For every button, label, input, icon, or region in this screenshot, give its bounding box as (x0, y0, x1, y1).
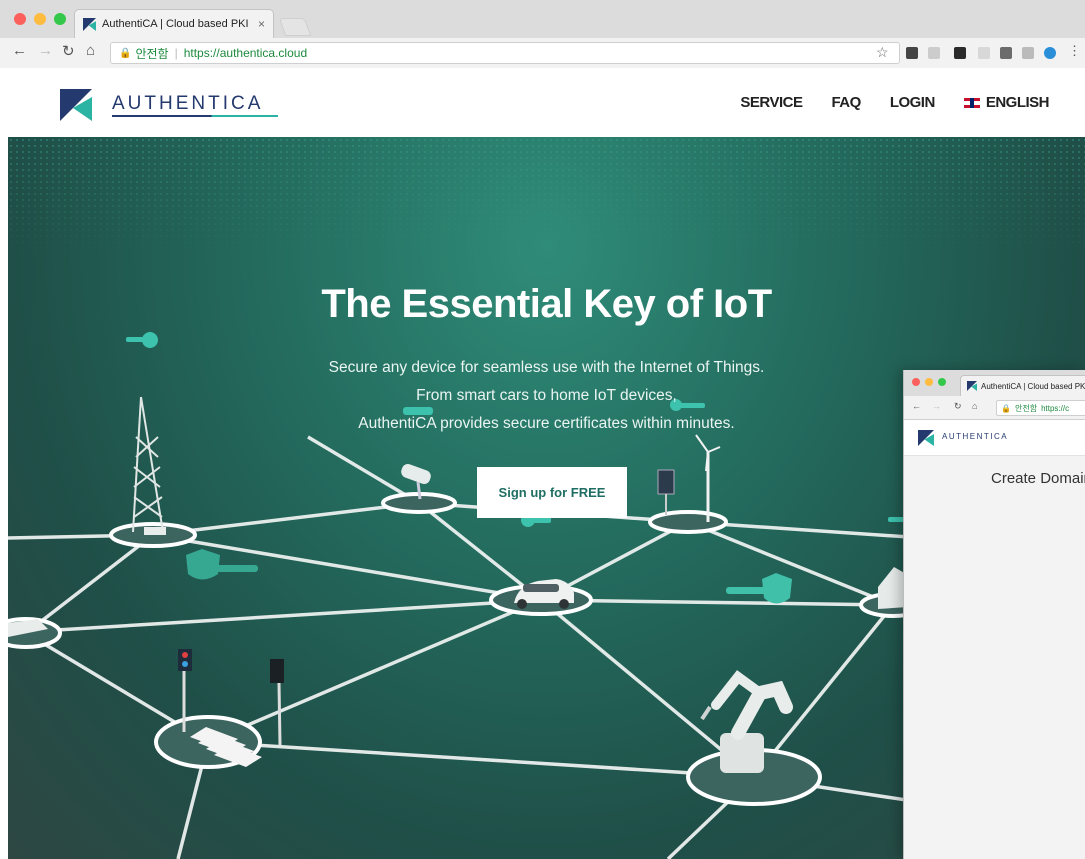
overlay-logo-icon[interactable] (918, 430, 934, 446)
address-bar[interactable]: 🔒 안전함 | https://authentica.cloud (110, 42, 900, 64)
secure-label: 안전함 (135, 46, 169, 61)
overlay-browser-tab[interactable]: AuthentiCA | Cloud based PKI (960, 375, 1085, 396)
overlay-address-bar[interactable]: 🔒 안전함 https://c (996, 400, 1085, 416)
extension-gray-icon[interactable] (928, 47, 940, 59)
extension-square-icon[interactable] (1000, 47, 1012, 59)
overlay-page-body: Create Domain (904, 456, 1085, 859)
extension-evernote-icon[interactable] (906, 47, 918, 59)
nav-service[interactable]: SERVICE (740, 94, 803, 111)
reload-icon[interactable]: ↻ (62, 42, 75, 60)
forward-arrow-icon[interactable]: → (38, 42, 53, 59)
authentica-logo-icon[interactable] (60, 89, 92, 121)
hero-title: The Essential Key of IoT (321, 282, 772, 326)
signup-free-button[interactable]: Sign up for FREE (477, 467, 627, 518)
nav-faq[interactable]: FAQ (831, 94, 861, 111)
extension-dark-icon[interactable] (954, 47, 966, 59)
overlay-maximize-button[interactable] (938, 378, 946, 386)
favicon-icon (83, 17, 96, 31)
overlay-tab-bar: AuthentiCA | Cloud based PKI (904, 370, 1085, 396)
main-nav: SERVICE FAQ LOGIN ENGLISH (740, 94, 1049, 111)
logo-text[interactable]: AUTHENTICA (112, 93, 263, 115)
overlay-site-header: AUTHENTICA (904, 420, 1085, 456)
nav-login[interactable]: LOGIN (890, 94, 936, 111)
maximize-window-button[interactable] (54, 13, 66, 25)
overlay-lock-icon: 🔒 (1001, 403, 1011, 413)
data-grid-pattern (8, 137, 1085, 257)
extension-box-icon[interactable] (1022, 47, 1034, 59)
overlay-navigation-bar: ← → ↻ ⌂ 🔒 안전함 https://c (904, 396, 1085, 420)
tower-base (144, 527, 166, 535)
new-tab-button[interactable] (278, 18, 312, 36)
overlay-secure-label: 안전함 (1014, 403, 1038, 413)
shield-key-left-icon (186, 549, 258, 580)
tab-bar: AuthentiCA | Cloud based PKI × (0, 0, 1085, 38)
overlay-browser-window: AuthentiCA | Cloud based PKI ← → ↻ ⌂ 🔒 안… (903, 370, 1085, 859)
overlay-window-controls (912, 378, 946, 386)
overlay-home-icon[interactable]: ⌂ (972, 401, 977, 411)
overlay-close-button[interactable] (912, 378, 920, 386)
extension-blue-icon[interactable] (1044, 47, 1056, 59)
browser-tab[interactable]: AuthentiCA | Cloud based PKI × (74, 9, 274, 38)
overlay-tab-title: AuthentiCA | Cloud based PKI (981, 381, 1085, 391)
language-label: ENGLISH (985, 94, 1050, 111)
overlay-back-arrow-icon[interactable]: ← (912, 401, 921, 411)
address-separator: | (174, 46, 178, 60)
url-text: https://authentica.cloud (183, 46, 308, 60)
home-icon[interactable]: ⌂ (86, 42, 95, 59)
overlay-forward-arrow-icon[interactable]: → (932, 401, 941, 411)
bookmark-star-icon[interactable]: ☆ (876, 44, 889, 61)
site-header: AUTHENTICA SERVICE FAQ LOGIN ENGLISH (8, 69, 1085, 137)
back-arrow-icon[interactable]: ← (12, 42, 27, 59)
navigation-bar: ← → ↻ ⌂ 🔒 안전함 | https://authentica.cloud… (0, 38, 1085, 68)
solar-panel-icon (657, 469, 675, 495)
minimize-window-button[interactable] (34, 13, 46, 25)
uk-flag-icon (963, 97, 980, 108)
tab-title: AuthentiCA | Cloud based PKI (102, 18, 249, 30)
logo-underline (112, 115, 278, 117)
overlay-reload-icon[interactable]: ↻ (954, 401, 962, 412)
extension-light-icon[interactable] (978, 47, 990, 59)
browser-chrome: AuthentiCA | Cloud based PKI × ← → ↻ ⌂ 🔒… (0, 0, 1085, 68)
close-tab-icon[interactable]: × (258, 17, 265, 31)
lock-icon: 🔒 (119, 47, 132, 59)
close-window-button[interactable] (14, 13, 26, 25)
wind-turbine-icon (695, 434, 721, 522)
nav-language[interactable]: ENGLISH (963, 94, 1050, 111)
window-controls (14, 13, 66, 25)
browser-menu-icon[interactable]: ⋮ (1068, 43, 1081, 59)
overlay-logo-text[interactable]: AUTHENTICA (942, 432, 1008, 441)
create-domain-heading: Create Domain (991, 470, 1085, 487)
shield-key-right-icon (726, 573, 792, 604)
overlay-url-text: https://c (1041, 403, 1070, 413)
overlay-favicon-icon (967, 381, 977, 391)
overlay-minimize-button[interactable] (925, 378, 933, 386)
